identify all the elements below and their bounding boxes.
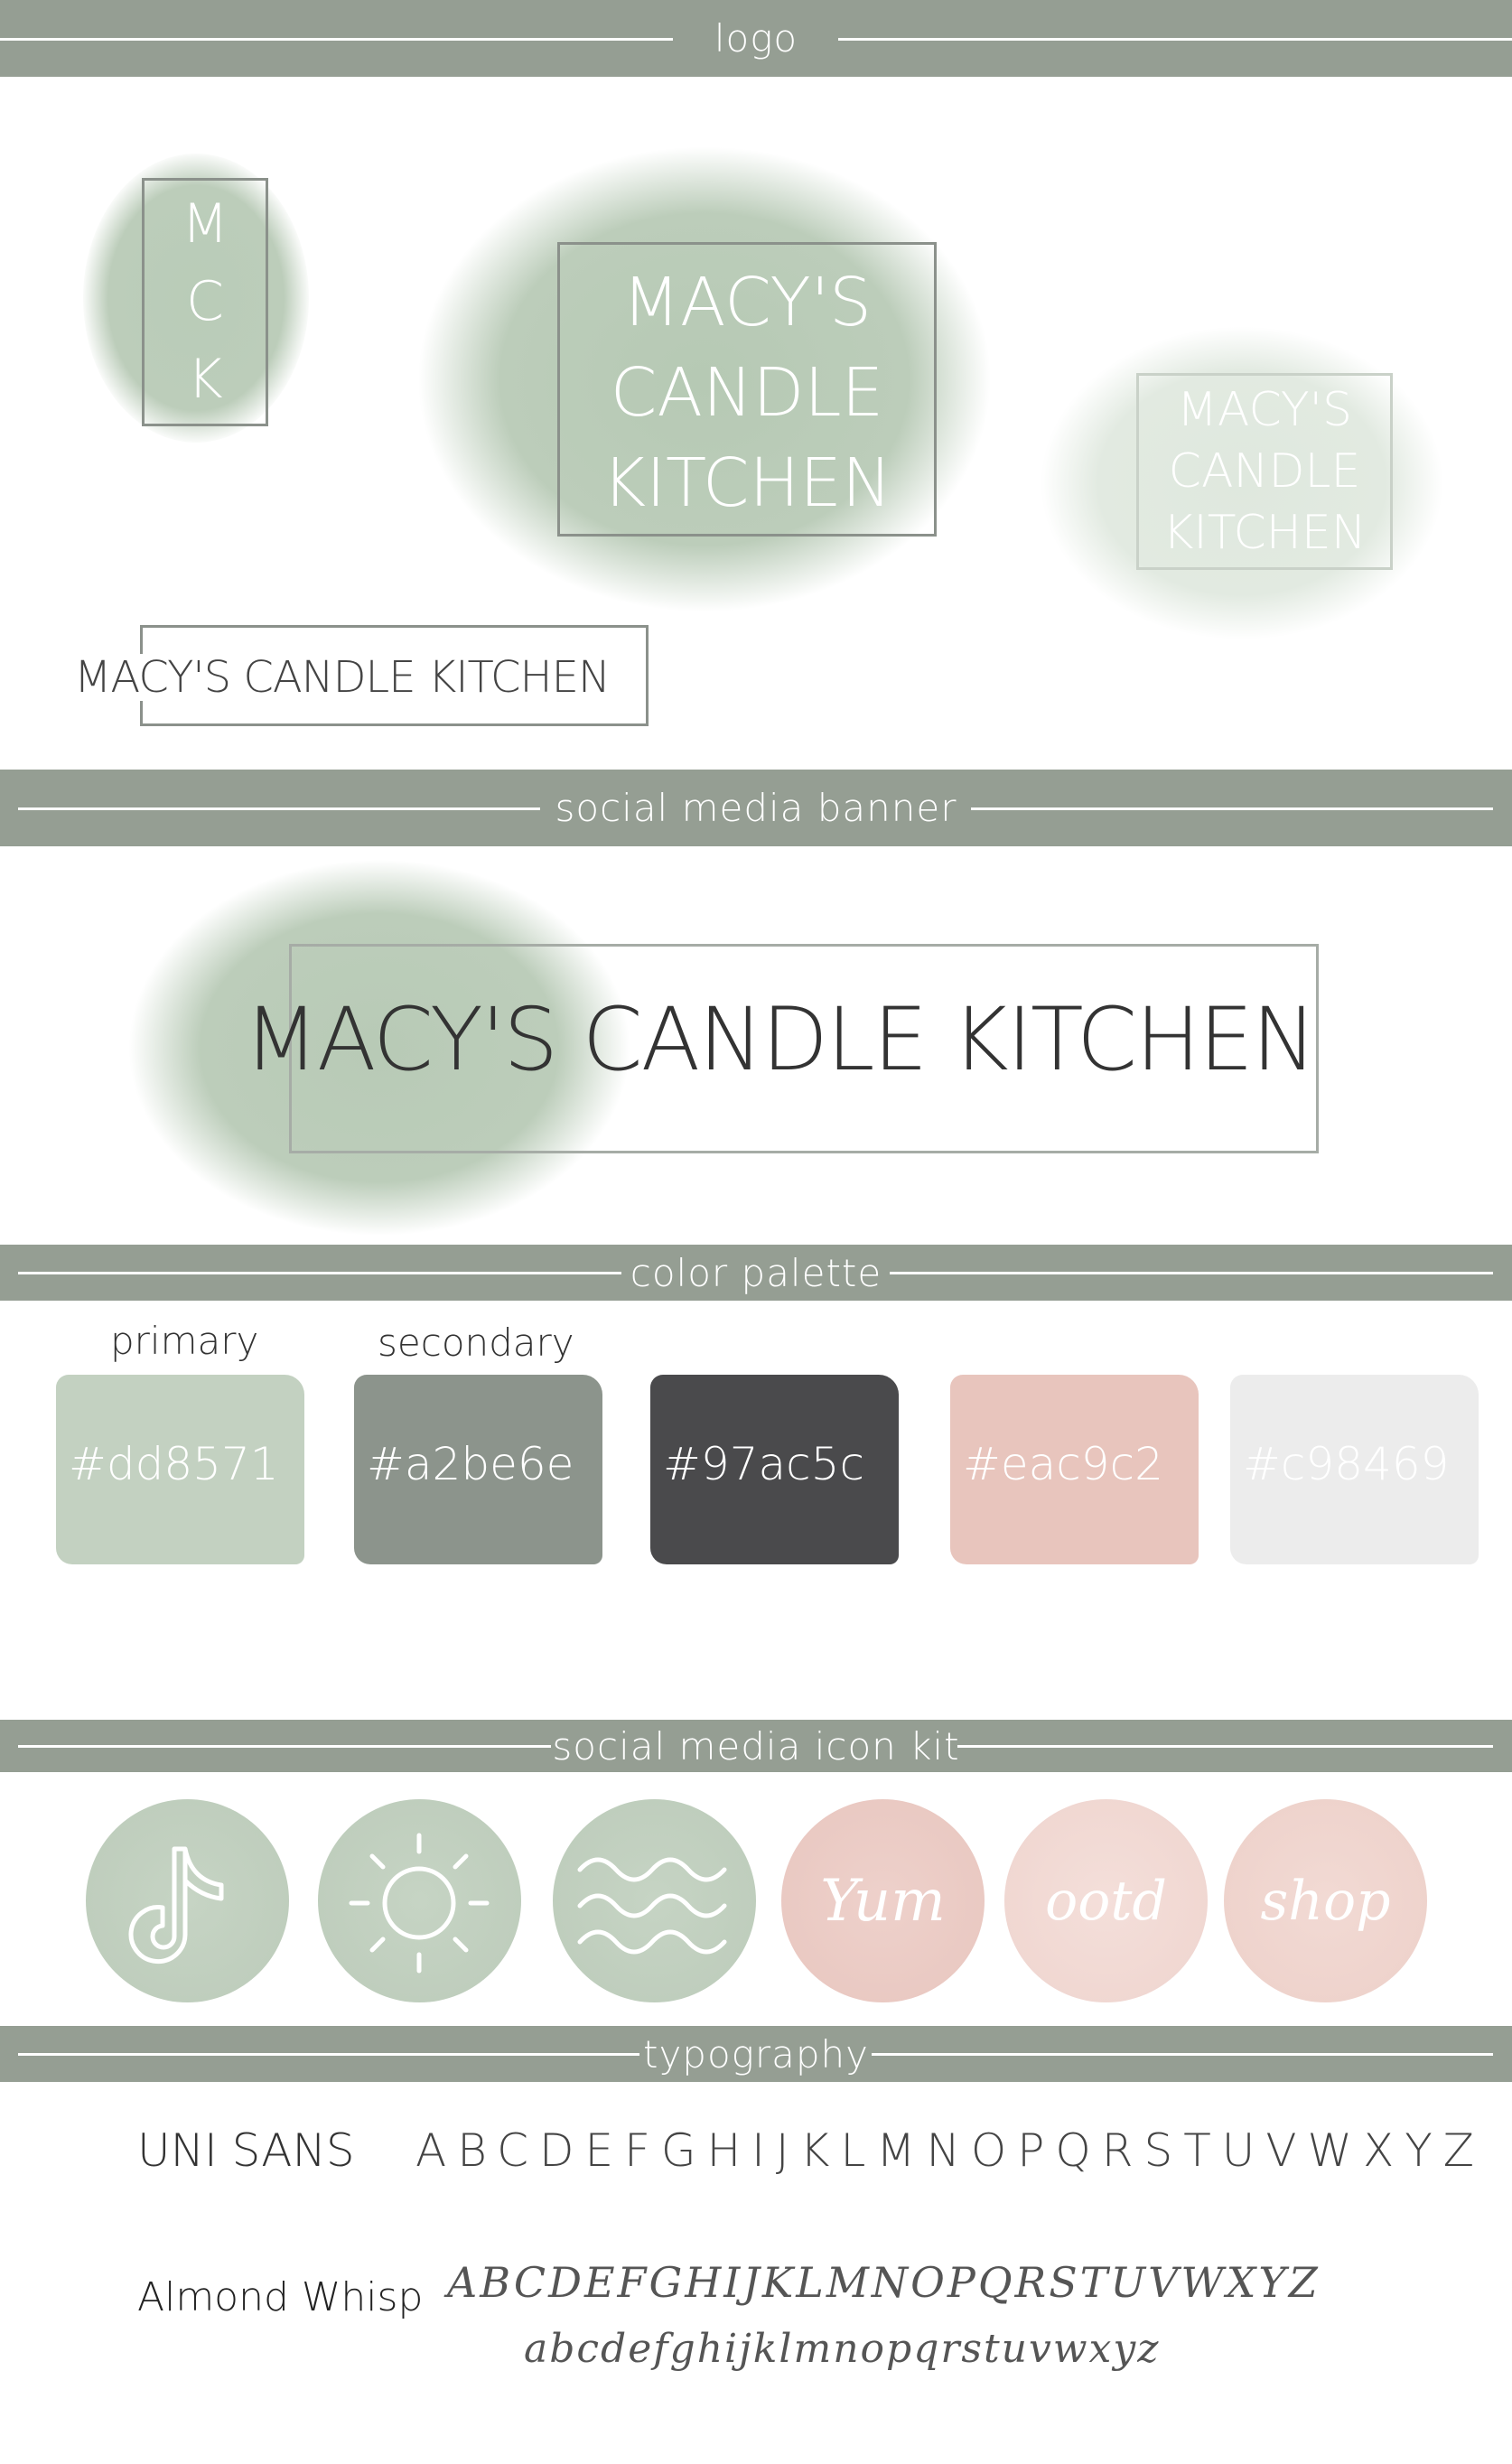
logo-line: MACY'S (621, 264, 873, 341)
sun-icon[interactable] (318, 1799, 521, 2002)
logo-line: CANDLE (610, 354, 884, 432)
shop-icon[interactable]: shop (1224, 1799, 1427, 2002)
font2-name: Almond Whisp (137, 2274, 424, 2320)
icon-text: Yum (820, 1867, 946, 1935)
tiktok-icon[interactable] (86, 1799, 289, 2002)
secondary-label: secondary (378, 1321, 574, 1365)
font2-lower: abcdefghijklmnopqrstuvwxyz (524, 2326, 1161, 2372)
swatch-hex-label: #97ac5c (663, 1438, 864, 1490)
section-title: typography (642, 2031, 870, 2077)
logo-line: KITCHEN (1162, 506, 1367, 560)
section-header-palette: color palette (0, 1245, 1512, 1301)
logo-line: MACY'S (1177, 383, 1352, 437)
section-title: logo (714, 16, 798, 61)
banner-wordmark: MACY'S CANDLE KITCHEN (244, 989, 1317, 1090)
color-swatch: #eac9c2 (950, 1375, 1199, 1564)
swatch-hex-label: #c98469 (1243, 1438, 1450, 1490)
color-swatch: #97ac5c (650, 1375, 899, 1564)
swatch-hex-label: #a2be6e (367, 1438, 574, 1490)
section-title: social media banner (555, 786, 957, 830)
font2-upper: ABCDEFGHIJKLMNOPQRSTUVWXYZ (447, 2258, 1321, 2307)
section-header-logo: logo (0, 0, 1512, 77)
color-swatch: #a2be6e (354, 1375, 602, 1564)
logo-line: KITCHEN (602, 444, 892, 522)
faded-logo: MACY'S CANDLE KITCHEN (1136, 379, 1393, 564)
icon-text: shop (1260, 1869, 1391, 1933)
wordmark-frame-left (140, 625, 143, 654)
waves-icon[interactable] (553, 1799, 756, 2002)
initials-mark: M C K (142, 185, 268, 418)
section-header-banner: social media banner (0, 770, 1512, 846)
section-header-icons: social media icon kit (0, 1720, 1512, 1772)
yum-icon[interactable]: Yum (781, 1799, 985, 2002)
icon-text: ootd (1045, 1869, 1167, 1933)
font1-sample: ABCDEFGHIJKLMNOPQRSTUVWXYZ (415, 2124, 1486, 2177)
initial-letter: K (187, 348, 223, 411)
section-title: color palette (630, 1250, 882, 1295)
main-logo: MACY'S CANDLE KITCHEN (557, 257, 937, 528)
font1-name: UNI SANS (137, 2124, 355, 2177)
horizontal-wordmark: MACY'S CANDLE KITCHEN (74, 652, 611, 703)
color-swatch: #dd8571 (56, 1375, 304, 1564)
color-swatch: #c98469 (1230, 1375, 1479, 1564)
initial-letter: C (186, 270, 224, 333)
initial-letter: M (182, 192, 229, 256)
logo-line: CANDLE (1168, 444, 1361, 499)
swatch-hex-label: #dd8571 (69, 1438, 279, 1490)
section-title: social media icon kit (552, 1723, 960, 1769)
ootd-icon[interactable]: ootd (1004, 1799, 1208, 2002)
primary-label: primary (110, 1319, 259, 1363)
wordmark-frame-left-bottom (140, 701, 143, 726)
section-header-typography: typography (0, 2026, 1512, 2082)
swatch-hex-label: #eac9c2 (963, 1438, 1163, 1490)
